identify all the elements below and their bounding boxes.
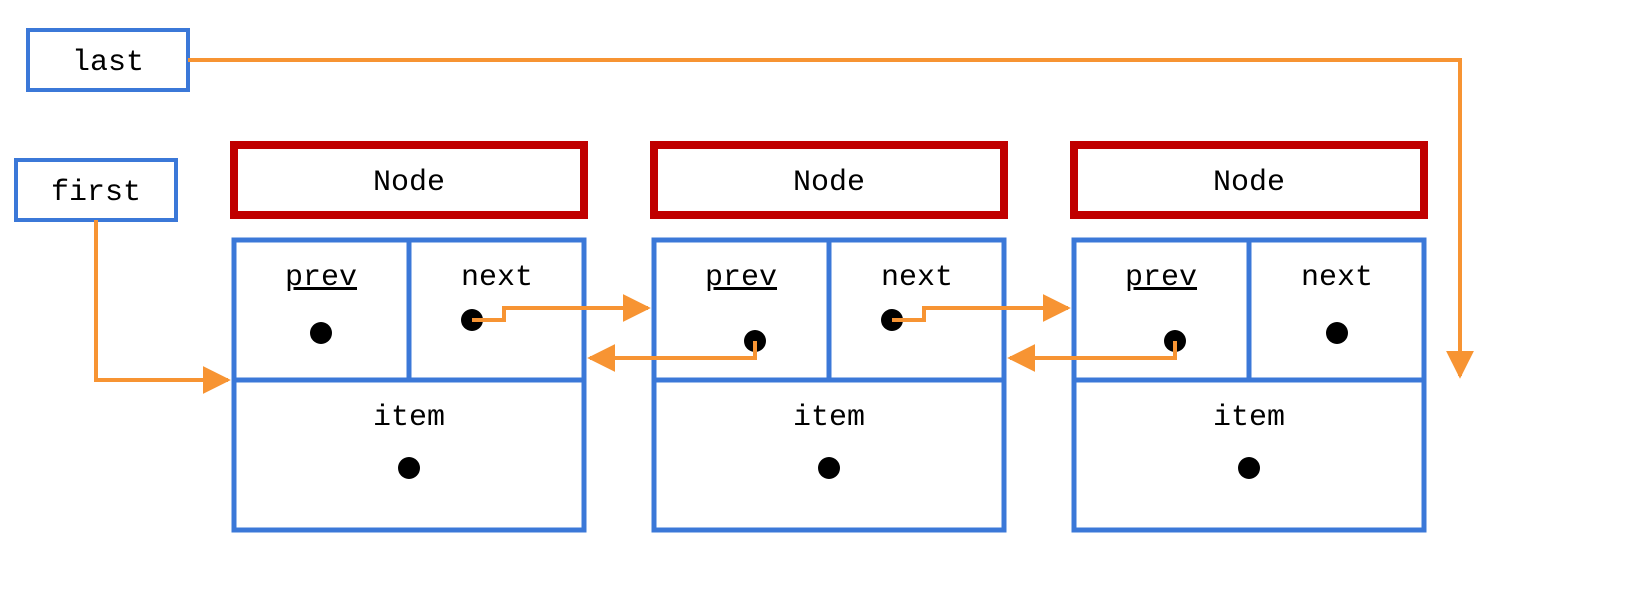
node2-item-dot (818, 457, 840, 479)
node3-next-dot (1326, 322, 1348, 344)
arrow-first-to-node1 (96, 220, 228, 380)
node1-next-label: next (461, 261, 533, 295)
node1-prev-dot (310, 322, 332, 344)
node2-prev-label: prev (705, 261, 777, 295)
last-label: last (72, 46, 144, 80)
node3-item-dot (1238, 457, 1260, 479)
node3-next-label: next (1301, 261, 1373, 295)
node2-item-label: item (793, 401, 865, 435)
node1-item-label: item (373, 401, 445, 435)
node2-next-label: next (881, 261, 953, 295)
node-3: Node prev next item (1074, 145, 1424, 530)
node-title-3: Node (1213, 166, 1285, 200)
node3-item-label: item (1213, 401, 1285, 435)
first-label: first (51, 176, 141, 210)
first-pointer-box: first (16, 160, 176, 220)
node-2: Node prev next item (654, 145, 1004, 530)
last-pointer-box: last (28, 30, 188, 90)
node1-prev-label: prev (285, 261, 357, 295)
node-title-1: Node (373, 166, 445, 200)
linked-list-diagram: last first Node prev next item Node prev (0, 0, 1650, 594)
node-1: Node prev next item (234, 145, 584, 530)
node3-prev-label: prev (1125, 261, 1197, 295)
node1-item-dot (398, 457, 420, 479)
node-title-2: Node (793, 166, 865, 200)
